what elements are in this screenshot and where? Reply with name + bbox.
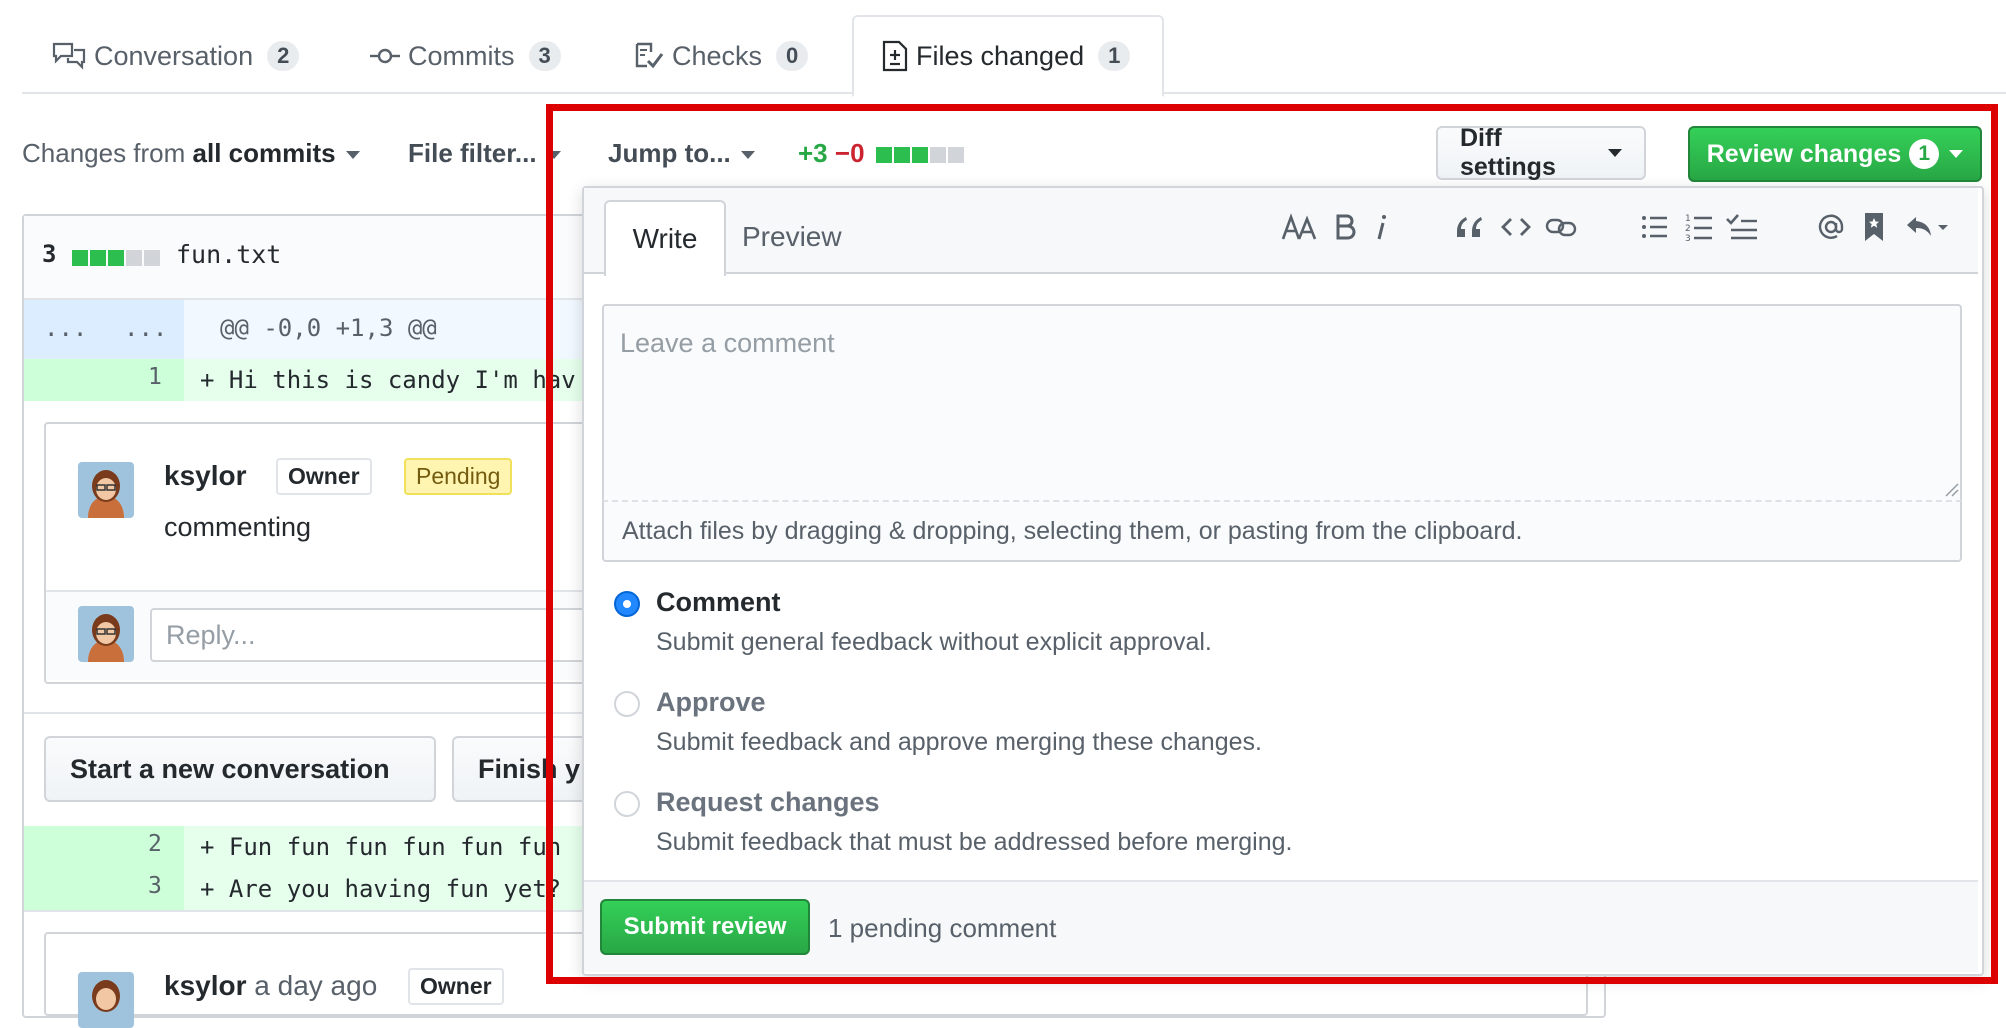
diff-line-code: + Fun fun fun fun fun fun <box>200 833 562 861</box>
file-filter-label: File filter... <box>408 138 537 168</box>
changes-from-dropdown[interactable]: Changes from all commits <box>22 138 360 169</box>
pending-badge: Pending <box>404 458 513 495</box>
changes-value: all commits <box>192 138 336 168</box>
line-number[interactable]: 3 <box>148 873 162 899</box>
diff-line-code: + Hi this is candy I'm hav <box>200 366 576 394</box>
avatar <box>78 606 134 662</box>
caret-down-icon <box>345 151 360 160</box>
avatar[interactable] <box>78 972 134 1028</box>
changes-prefix-label: Changes from <box>22 138 186 168</box>
file-diffstat-bar <box>72 249 162 267</box>
file-change-count: 3 <box>42 240 57 268</box>
tab-checks[interactable]: Checks 0 <box>634 38 809 74</box>
tab-label: Checks <box>672 40 763 71</box>
tab-conversation[interactable]: Conversation 2 <box>52 38 300 74</box>
file-diff-icon <box>882 40 908 72</box>
tab-counter: 1 <box>1098 41 1131 71</box>
line-number[interactable]: 1 <box>148 364 162 390</box>
comment-discussion-icon <box>52 41 86 71</box>
expand-hunk-left[interactable]: ... <box>44 314 87 342</box>
tab-counter: 2 <box>267 41 300 71</box>
highlight-frame <box>546 104 1998 984</box>
comment-header: ksylor a day ago <box>164 970 377 1002</box>
tab-label: Commits <box>408 40 515 71</box>
tab-label: Conversation <box>94 40 254 71</box>
avatar[interactable] <box>78 462 134 518</box>
owner-badge: Owner <box>276 458 372 495</box>
diff-line-code: + Are you having fun yet? <box>200 875 562 903</box>
tab-counter: 0 <box>776 41 809 71</box>
file-filter-dropdown[interactable]: File filter... <box>408 138 561 169</box>
comment-author[interactable]: ksylor <box>164 970 247 1001</box>
tab-label: Files changed <box>916 40 1085 71</box>
tab-files-changed[interactable]: Files changed 1 <box>882 38 1131 74</box>
expand-hunk-right[interactable]: ... <box>124 314 167 342</box>
line-number[interactable]: 2 <box>148 831 162 857</box>
file-name-link[interactable]: fun.txt <box>176 240 281 269</box>
checklist-icon <box>634 41 664 71</box>
comment-time[interactable]: a day ago <box>254 970 377 1001</box>
start-conversation-button[interactable]: Start a new conversation <box>44 736 436 802</box>
git-commit-icon <box>370 46 400 66</box>
tab-commits[interactable]: Commits 3 <box>370 38 561 74</box>
hunk-header-text: @@ -0,0 +1,3 @@ <box>220 314 437 342</box>
tab-counter: 3 <box>528 41 561 71</box>
owner-badge: Owner <box>408 968 504 1005</box>
comment-author[interactable]: ksylor <box>164 460 247 492</box>
comment-body: commenting <box>164 512 312 542</box>
